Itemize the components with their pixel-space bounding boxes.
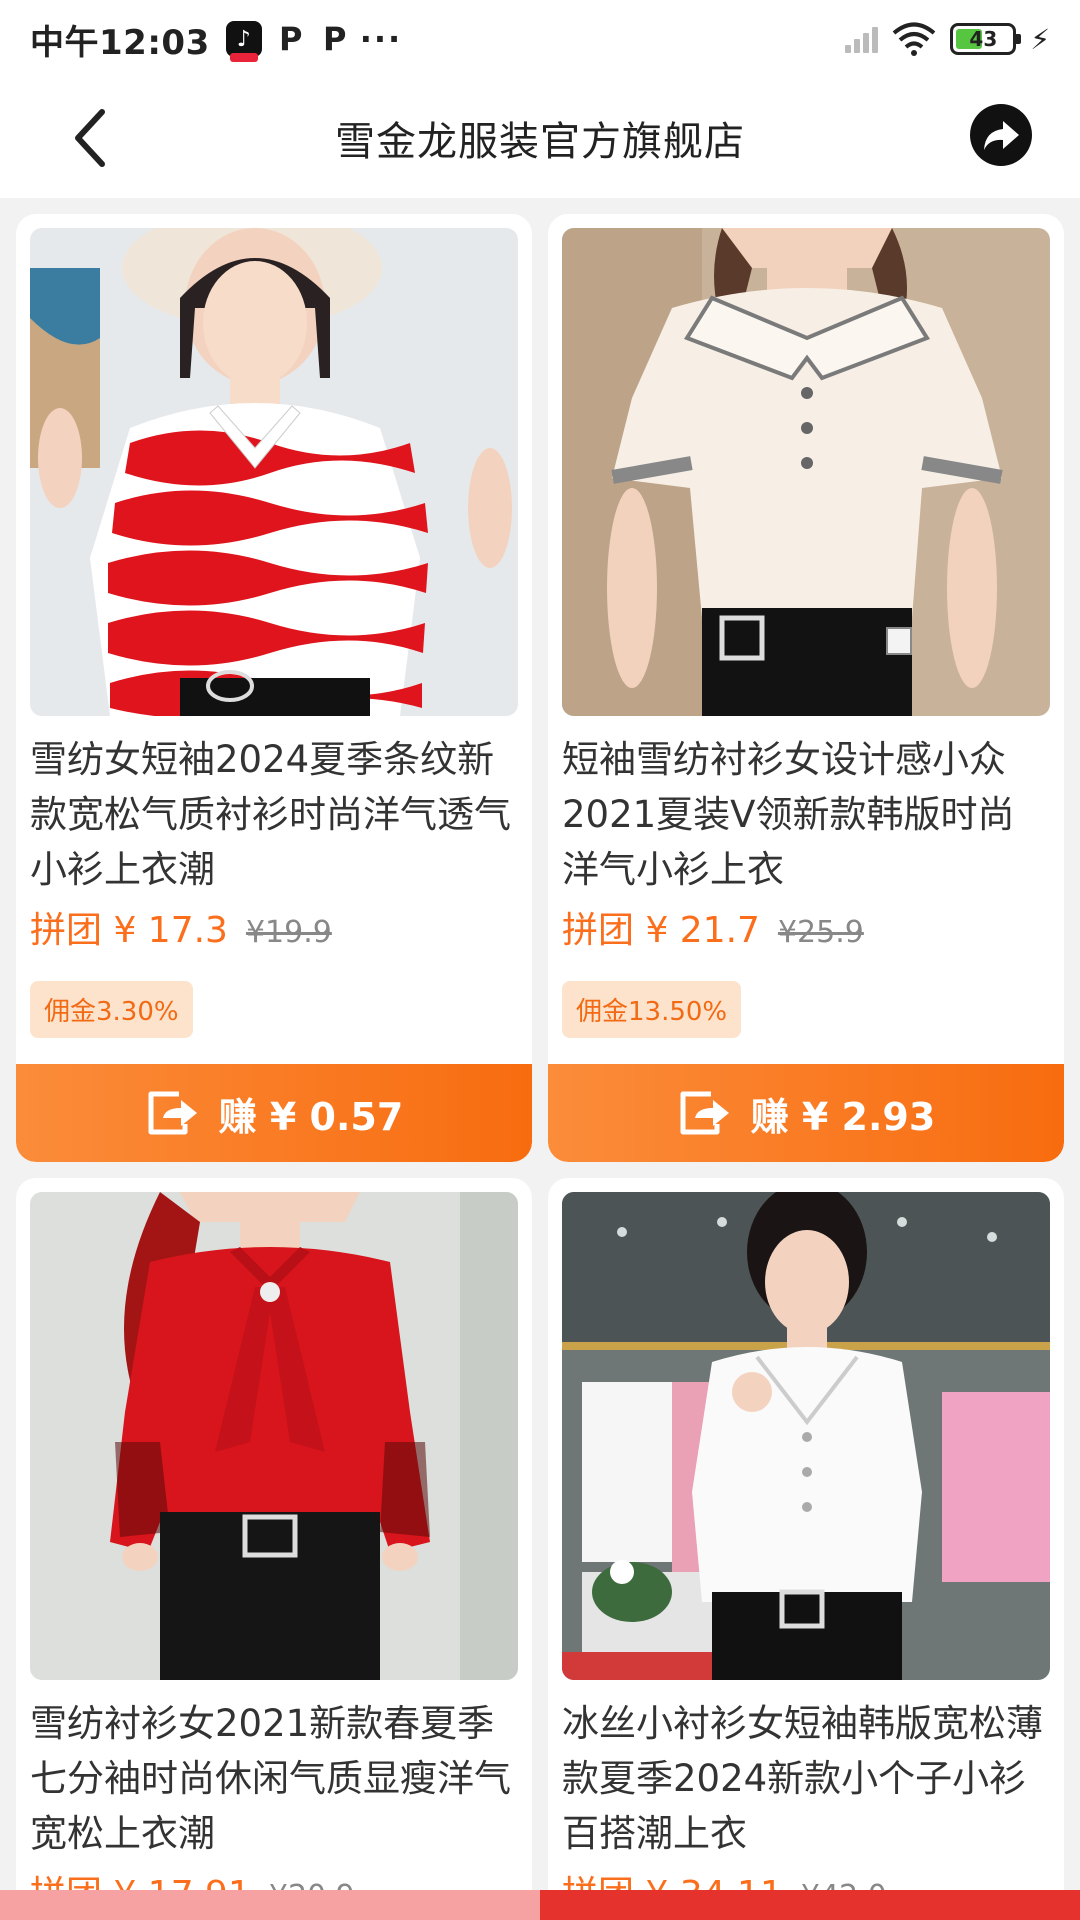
status-bar: 中午12:03 ♪ P P ··· 43 ⚡	[0, 0, 1080, 78]
commission-badge: 佣金13.50%	[562, 981, 742, 1038]
page-title: 雪金龙服装官方旗舰店	[335, 119, 745, 165]
bottom-right-button[interactable]	[540, 1890, 1080, 1920]
nav-bar: 雪金龙服装官方旗舰店	[0, 78, 1080, 198]
product-card[interactable]: 短袖雪纺衬衫女设计感小众2021夏装V领新款韩版时尚洋气小衫上衣 拼团 ¥ 21…	[548, 214, 1064, 1162]
group-price: 拼团 ¥ 21.7	[562, 910, 760, 951]
share-button[interactable]	[970, 104, 1032, 166]
product-image[interactable]	[562, 1192, 1050, 1680]
price-row: 拼团 ¥ 21.7 ¥25.9	[562, 901, 1050, 957]
earn-amount: 赚 ¥ 0.57	[218, 1094, 404, 1139]
p-icon: P	[279, 20, 303, 58]
bottom-action-bar	[0, 1890, 1080, 1920]
product-card[interactable]: 冰丝小衬衫女短袖韩版宽松薄款夏季2024新款小个子小衫百搭潮上衣 拼团 ¥ 34…	[548, 1178, 1064, 1920]
earn-share-button[interactable]: 赚 ¥ 0.57	[16, 1064, 532, 1162]
product-title[interactable]: 雪纺女短袖2024夏季条纹新款宽松气质衬衫时尚洋气透气小衫上衣潮	[30, 732, 518, 897]
product-image[interactable]	[562, 228, 1050, 716]
wifi-icon	[893, 22, 936, 56]
product-title[interactable]: 雪纺衬衫女2021新款春夏季七分袖时尚休闲气质显瘦洋气宽松上衣潮	[30, 1696, 518, 1861]
product-card[interactable]: 雪纺女短袖2024夏季条纹新款宽松气质衬衫时尚洋气透气小衫上衣潮 拼团 ¥ 17…	[16, 214, 532, 1162]
product-grid: 雪纺女短袖2024夏季条纹新款宽松气质衬衫时尚洋气透气小衫上衣潮 拼团 ¥ 17…	[16, 214, 1064, 1920]
share-earn-icon	[680, 1091, 729, 1135]
group-price: 拼团 ¥ 17.3	[30, 910, 228, 951]
commission-badge: 佣金3.30%	[30, 981, 193, 1038]
price-row: 拼团 ¥ 17.3 ¥19.9	[30, 901, 518, 957]
battery-icon: 43	[950, 23, 1022, 55]
back-button[interactable]	[54, 102, 126, 174]
product-card[interactable]: 雪纺衬衫女2021新款春夏季七分袖时尚休闲气质显瘦洋气宽松上衣潮 拼团 ¥ 17…	[16, 1178, 532, 1920]
original-price: ¥25.9	[777, 915, 864, 950]
charging-icon: ⚡	[1030, 22, 1050, 56]
original-price: ¥19.9	[245, 915, 332, 950]
earn-amount: 赚 ¥ 2.93	[750, 1094, 936, 1139]
p-icon: P	[323, 20, 347, 58]
earn-share-button[interactable]: 赚 ¥ 2.93	[548, 1064, 1064, 1162]
product-title[interactable]: 冰丝小衬衫女短袖韩版宽松薄款夏季2024新款小个子小衫百搭潮上衣	[562, 1696, 1050, 1861]
status-app-icons: ♪ P P	[225, 20, 350, 62]
chevron-left-icon	[75, 109, 105, 167]
bottom-left-button[interactable]	[0, 1890, 540, 1920]
status-time: 中午12:03	[30, 22, 210, 63]
status-right: 43 ⚡	[845, 22, 1050, 56]
more-notifications-icon: ···	[359, 20, 403, 58]
signal-icon	[845, 25, 879, 53]
share-earn-icon	[148, 1091, 197, 1135]
battery-level: 43	[969, 27, 998, 51]
product-title[interactable]: 短袖雪纺衬衫女设计感小众2021夏装V领新款韩版时尚洋气小衫上衣	[562, 732, 1050, 897]
tiktok-icon: ♪	[225, 21, 262, 62]
share-icon	[984, 121, 1019, 150]
product-image[interactable]	[30, 1192, 518, 1680]
product-image[interactable]	[30, 228, 518, 716]
